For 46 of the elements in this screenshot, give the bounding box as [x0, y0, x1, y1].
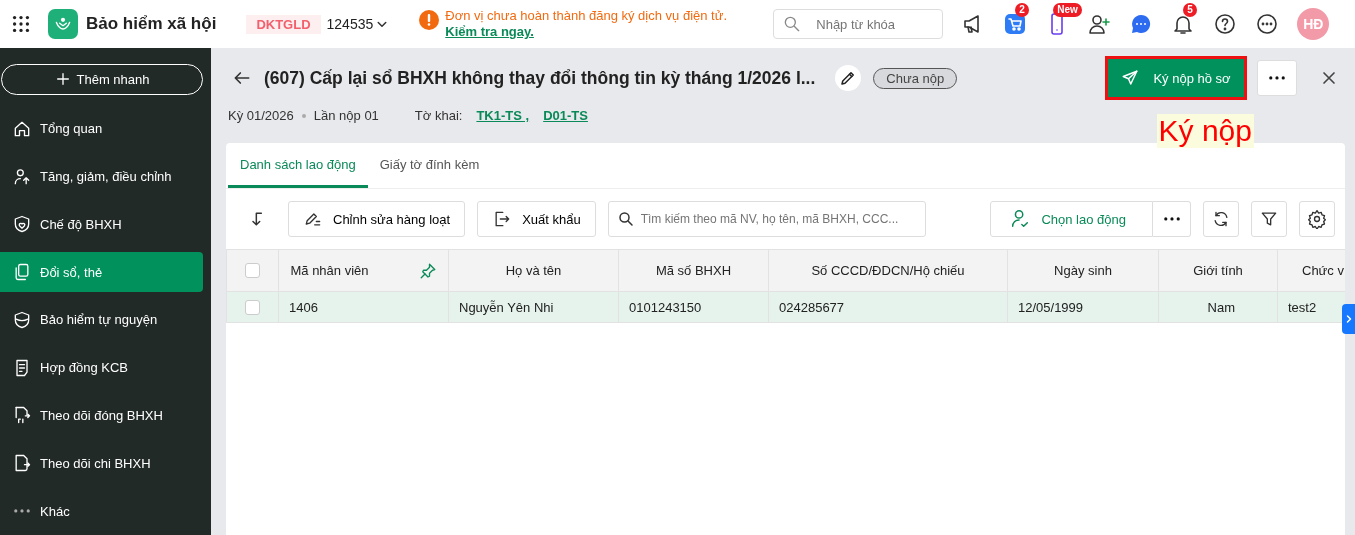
check-now-link[interactable]: Kiểm tra ngay. — [445, 24, 534, 39]
form-link[interactable]: TK1-TS , — [476, 108, 530, 123]
choose-employee-button[interactable]: Chọn lao động — [990, 201, 1153, 237]
table-cell: Nguyễn Yên Nhi — [459, 299, 554, 315]
status-badge: Chưa nộp — [873, 67, 958, 89]
table-cell: 12/05/1999 — [1018, 299, 1084, 315]
period-text: Kỳ 01/2026 — [228, 108, 294, 123]
sidebar-item[interactable]: Theo dõi đóng BHXH — [0, 395, 203, 436]
new-badge: New — [1053, 3, 1082, 17]
sidebar-item[interactable]: Theo dõi chi BHXH — [0, 443, 203, 484]
table-cell: test2 — [1288, 299, 1317, 315]
search-field[interactable]: Nhập từ khóa — [773, 9, 944, 39]
submission-text: Lần nộp 01 — [313, 108, 379, 123]
form-link[interactable]: D01-TS — [543, 108, 588, 123]
export-button[interactable]: Xuất khẩu — [477, 201, 596, 237]
forms-label: Tờ khai: — [414, 108, 463, 123]
column-header[interactable]: Ngày sinh — [1054, 263, 1112, 278]
app-title: Bảo hiểm xã hội — [86, 14, 217, 34]
sidebar-item[interactable]: Tổng quan — [0, 108, 203, 149]
column-header[interactable]: Mã số BHXH — [655, 263, 732, 278]
company-code: DKTGLD — [246, 14, 321, 34]
notification-badge: 2 — [1015, 3, 1029, 17]
sign-submit-button[interactable]: Ký nộp hồ sơ — [1105, 56, 1247, 100]
column-header[interactable]: Mã nhân viên — [290, 263, 369, 278]
table-cell: 1406 — [289, 299, 318, 315]
company-id[interactable]: 124535 — [326, 16, 374, 32]
search-field[interactable]: Tìm kiếm theo mã NV, họ tên, mã BHXH, CCC... — [607, 201, 926, 237]
annotation-label: Ký nộp — [1156, 114, 1254, 148]
column-header[interactable]: Giới tính — [1193, 263, 1243, 278]
page-title: (607) Cấp lại sổ BHXH không thay đổi thông tin kỳ tháng 1/2026 l... — [264, 67, 816, 89]
table-cell: 024285677 — [779, 299, 845, 315]
bulk-edit-button[interactable]: Chỉnh sửa hàng loạt — [288, 201, 466, 237]
table-row[interactable]: 1406 Nguyễn Yên Nhi 0101243150 024285677 12/05/1999 Nam test2 — [226, 291, 1345, 323]
sidebar-item[interactable]: Tăng, giảm, điều chỉnh — [0, 156, 203, 197]
table-cell: 0101243150 — [629, 299, 702, 315]
table-cell: Nam — [1207, 299, 1235, 315]
sidebar-item[interactable]: Đổi sổ, thẻ — [0, 252, 203, 292]
tab[interactable]: Giấy tờ đính kèm — [367, 143, 492, 188]
notice-text: Đơn vị chưa hoàn thành đăng ký dịch vụ điện tử. Kiểm tra ngay. — [445, 8, 729, 40]
sidebar-item[interactable]: Chế độ BHXH — [0, 204, 203, 245]
sidebar-item[interactable]: Hợp đồng KCB — [0, 347, 203, 388]
sidebar-item[interactable]: Bảo hiểm tự nguyện — [0, 300, 203, 340]
notification-badge: 5 — [1183, 3, 1197, 17]
sidebar-item[interactable]: Khác — [0, 491, 203, 531]
column-header[interactable]: Họ và tên — [505, 263, 562, 278]
tab[interactable]: Danh sách lao động — [228, 143, 368, 188]
